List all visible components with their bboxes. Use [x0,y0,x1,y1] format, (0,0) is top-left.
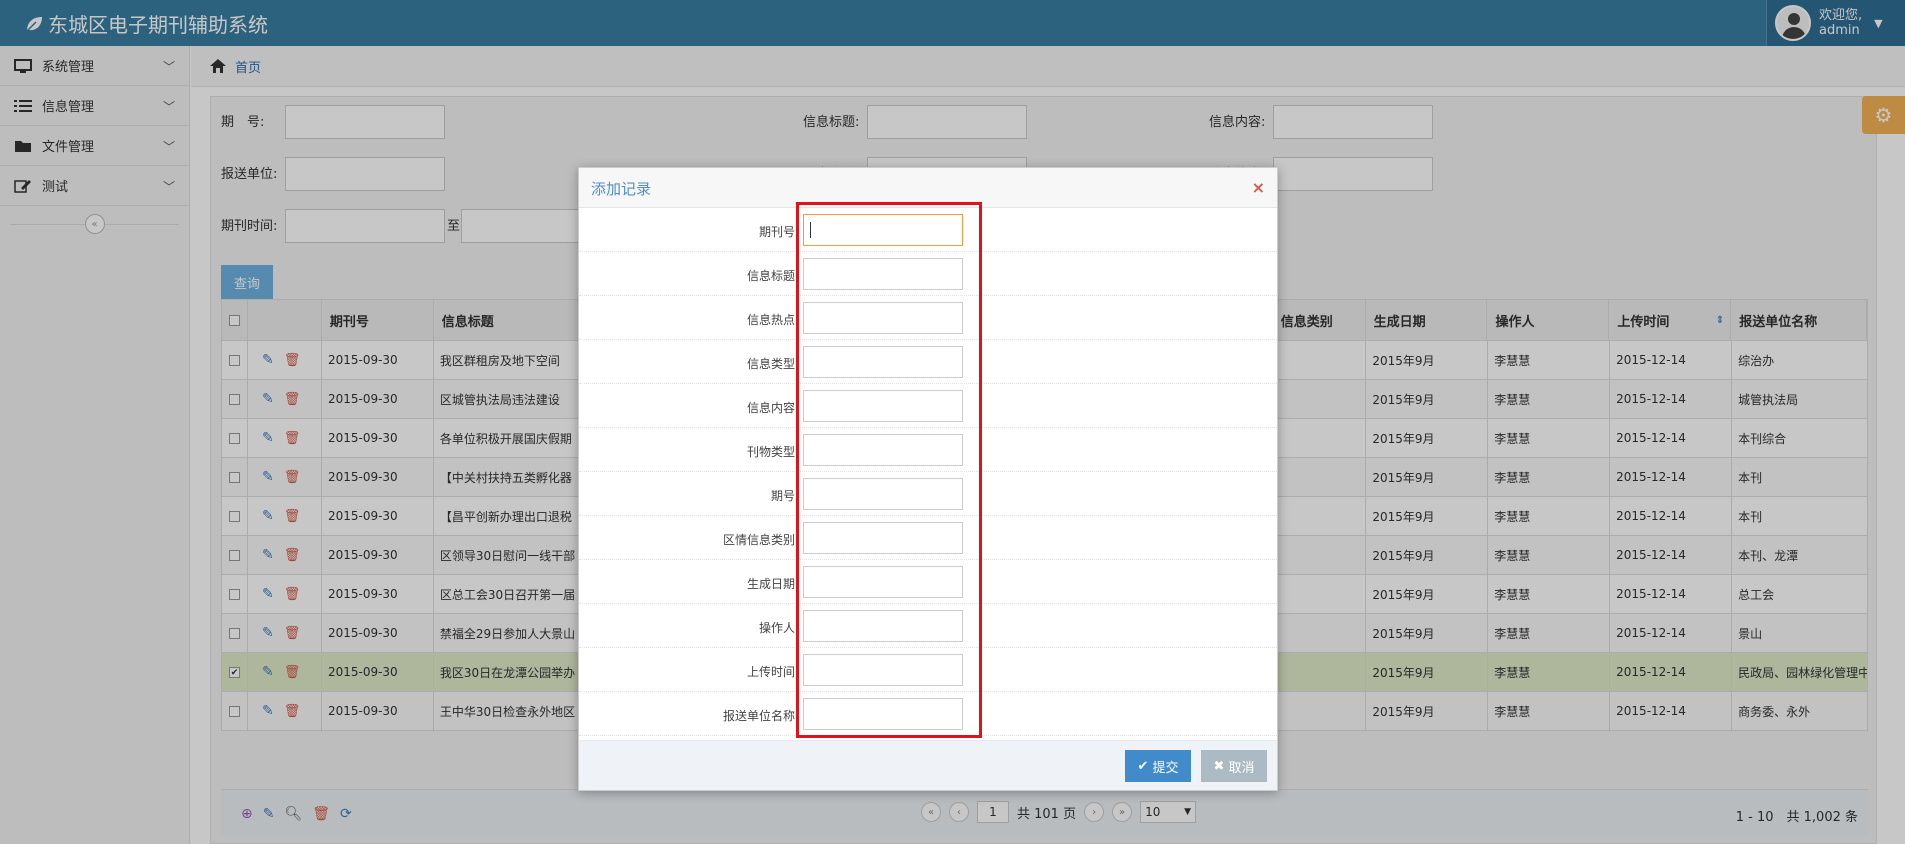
dialog-footer: ✔ 提交 ✖ 取消 [579,740,1277,790]
form-label: 期刊号 [758,225,795,239]
highlight-box [796,202,982,738]
x-icon: ✖ [1213,758,1225,774]
check-icon: ✔ [1137,758,1149,774]
form-label: 操作人 [758,621,795,635]
form-label: 刊物类型 [746,445,795,459]
form-label: 区情信息类别 [722,533,795,547]
form-label: 期号 [770,489,795,503]
dialog-title: 添加记录 [591,180,652,198]
form-label: 报送单位名称 [722,709,795,723]
form-label: 信息类型 [746,357,795,371]
close-icon[interactable]: × [1252,178,1265,197]
form-label: 信息标题 [746,269,795,283]
cancel-label: 取消 [1228,760,1255,776]
form-label: 信息热点 [746,313,795,327]
form-label: 生成日期 [746,577,795,591]
cancel-button[interactable]: ✖ 取消 [1201,750,1267,782]
form-label: 信息内容 [746,401,795,415]
submit-label: 提交 [1152,760,1179,776]
form-label: 上传时间 [746,665,795,679]
submit-button[interactable]: ✔ 提交 [1125,750,1191,782]
